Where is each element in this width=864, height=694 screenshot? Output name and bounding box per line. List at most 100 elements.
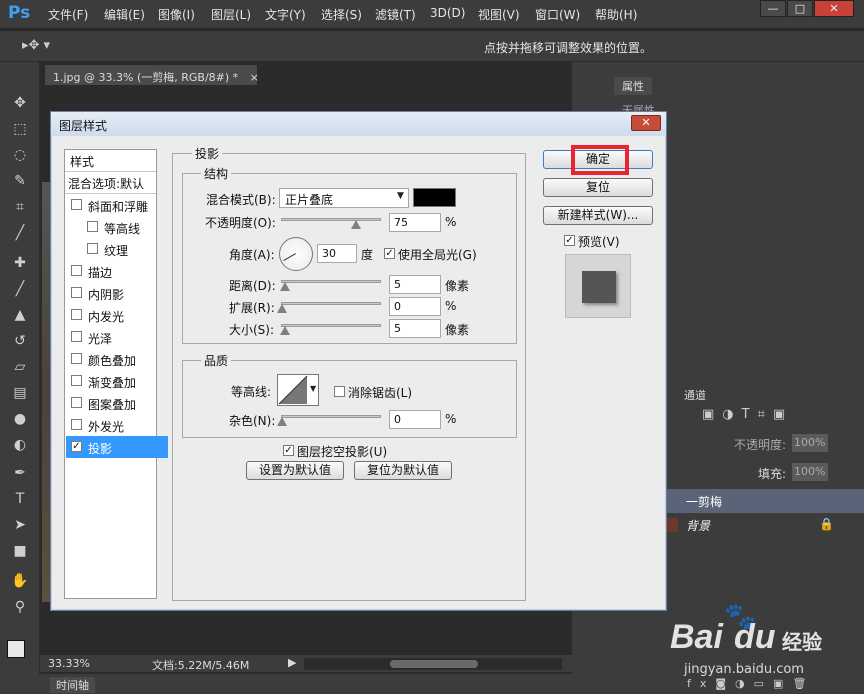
style-item[interactable]: 光泽 [66,326,168,348]
gradient-icon[interactable]: ▤ [10,384,30,402]
style-item-checkbox[interactable] [71,353,82,364]
noise-slider[interactable] [281,415,381,418]
horizontal-scrollbar[interactable] [304,658,562,670]
move-icon[interactable]: ✥ [10,94,30,112]
style-item-checkbox[interactable] [71,199,82,210]
styles-header[interactable]: 样式 [65,150,156,172]
noise-field[interactable]: 0 [389,410,441,429]
blur-icon[interactable]: ● [10,410,30,428]
menu-item[interactable]: 文字(Y) [265,6,306,23]
knockout-label[interactable]: 图层挖空投影(U) [297,443,387,460]
global-light-label[interactable]: 使用全局光(G) [398,246,477,263]
crop-icon[interactable]: ⌗ [10,198,30,216]
opacity-field[interactable]: 75 [389,213,441,232]
style-item[interactable]: 颜色叠加 [66,348,168,370]
blend-options-item[interactable]: 混合选项:默认 [65,172,156,194]
preview-checkbox[interactable]: ✓ [564,235,575,246]
minimize-button[interactable]: — [760,0,786,17]
style-item-checkbox[interactable]: ✓ [71,441,82,452]
status-menu-icon[interactable]: ▶ [288,656,296,669]
style-item[interactable]: 描边 [66,260,168,282]
quick-select-icon[interactable]: ✎ [10,172,30,190]
menu-item[interactable]: 3D(D) [430,6,465,20]
style-item-checkbox[interactable] [71,309,82,320]
eyedropper-icon[interactable]: ╱ [10,224,30,242]
angle-field[interactable]: 30 [317,244,357,263]
style-item-checkbox[interactable] [71,419,82,430]
new-style-button[interactable]: 新建样式(W)... [543,206,653,225]
menu-item[interactable]: 选择(S) [321,6,362,23]
reset-default-button[interactable]: 复位为默认值 [354,461,452,480]
close-tab-icon[interactable]: × [250,71,259,84]
layer-row-selected[interactable]: 一剪梅 [664,489,864,513]
reset-button[interactable]: 复位 [543,178,653,197]
style-item[interactable]: 外发光 [66,414,168,436]
contour-picker[interactable]: ▼ [277,374,319,406]
spread-slider-thumb[interactable] [277,304,287,313]
style-item-checkbox[interactable] [71,375,82,386]
size-field[interactable]: 5 [389,319,441,338]
opacity-value[interactable]: 100% [792,434,828,452]
style-item[interactable]: 纹理 [66,238,168,260]
properties-tab[interactable]: 属性 [614,77,652,95]
style-item-checkbox[interactable] [71,265,82,276]
opacity-slider[interactable] [281,218,381,221]
angle-dial[interactable] [279,237,313,271]
foreground-color-swatch[interactable] [7,640,25,658]
blend-mode-select[interactable]: 正片叠底 ▼ [279,188,409,208]
knockout-checkbox[interactable]: ✓ [283,445,294,456]
opacity-slider-thumb[interactable] [351,220,361,229]
make-default-button[interactable]: 设置为默认值 [246,461,344,480]
style-item[interactable]: 内阴影 [66,282,168,304]
global-light-checkbox[interactable]: ✓ [384,248,395,259]
preview-label[interactable]: 预览(V) [578,233,620,250]
style-item[interactable]: 图案叠加 [66,392,168,414]
brush-icon[interactable]: ╱ [10,280,30,298]
type-icon[interactable]: T [10,490,30,508]
style-item[interactable]: 斜面和浮雕 [66,194,168,216]
menu-item[interactable]: 窗口(W) [535,6,580,23]
distance-field[interactable]: 5 [389,275,441,294]
style-item-checkbox[interactable] [71,287,82,298]
pen-icon[interactable]: ✒ [10,464,30,482]
healing-icon[interactable]: ✚ [10,254,30,272]
style-item[interactable]: 等高线 [66,216,168,238]
shadow-color-swatch[interactable] [413,188,456,207]
style-item[interactable]: ✓ 投影 [66,436,168,458]
style-item-checkbox[interactable] [71,397,82,408]
spread-slider[interactable] [281,302,381,305]
noise-slider-thumb[interactable] [277,417,287,426]
menu-item[interactable]: 文件(F) [48,6,88,23]
path-select-icon[interactable]: ➤ [10,516,30,534]
channels-tab[interactable]: 通道 [684,387,706,403]
menu-item[interactable]: 滤镜(T) [375,6,416,23]
fill-value[interactable]: 100% [792,463,828,481]
distance-slider-thumb[interactable] [280,282,290,291]
size-slider[interactable] [281,324,381,327]
hand-icon[interactable]: ✋ [10,572,30,590]
style-item[interactable]: 内发光 [66,304,168,326]
zoom-icon[interactable]: ⚲ [10,598,30,616]
size-slider-thumb[interactable] [280,326,290,335]
close-icon[interactable]: ✕ [631,115,661,131]
marquee-icon[interactable]: ⬚ [10,120,30,138]
menu-item[interactable]: 视图(V) [478,6,520,23]
antialias-checkbox[interactable] [334,386,345,397]
layer-row[interactable]: 背景 🔒 [664,513,864,537]
eraser-icon[interactable]: ▱ [10,358,30,376]
maximize-button[interactable]: □ [787,0,813,17]
document-tab[interactable]: 1.jpg @ 33.3% (一剪梅, RGB/8#) * × [44,64,259,86]
move-tool-icon[interactable]: ▸✥ ▾ [22,38,50,53]
style-item-checkbox[interactable] [87,243,98,254]
stamp-icon[interactable]: ▲ [10,306,30,324]
shape-icon[interactable]: ■ [10,542,30,560]
dodge-icon[interactable]: ◐ [10,436,30,454]
spread-field[interactable]: 0 [389,297,441,316]
style-item[interactable]: 渐变叠加 [66,370,168,392]
history-brush-icon[interactable]: ↺ [10,332,30,350]
style-item-checkbox[interactable] [71,331,82,342]
menu-item[interactable]: 图像(I) [158,6,195,23]
timeline-tab[interactable]: 时间轴 [50,677,95,693]
menu-item[interactable]: 图层(L) [211,6,251,23]
distance-slider[interactable] [281,280,381,283]
